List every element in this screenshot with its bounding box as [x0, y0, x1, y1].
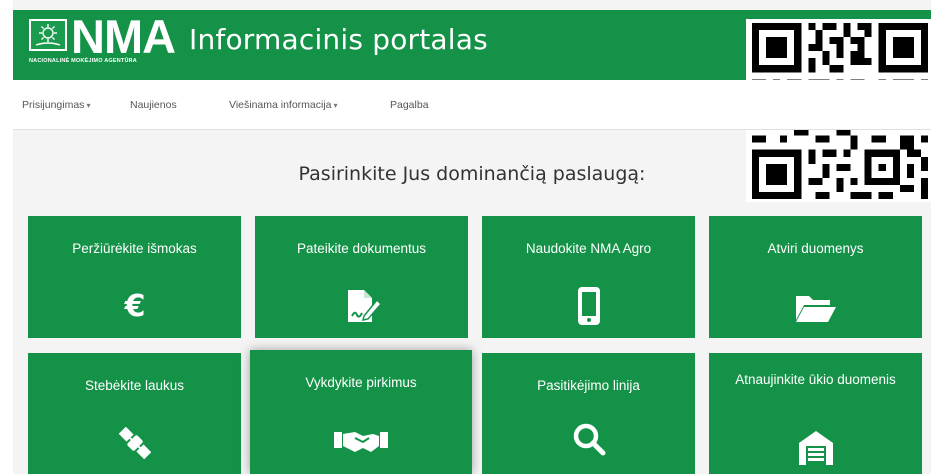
nav-item-label: Pagalba	[390, 99, 429, 111]
tile-label: Atnaujinkite ūkio duomenis	[735, 372, 896, 387]
tile-update-farm-data[interactable]: Atnaujinkite ūkio duomenis	[709, 353, 922, 474]
nav-item-label: Prisijungimas	[22, 99, 85, 111]
services-heading: Pasirinkite Jus dominančią paslaugą:	[298, 163, 646, 185]
euro-icon: €	[28, 288, 241, 322]
caret-down-icon: ▾	[333, 101, 338, 110]
main-nav: Prisijungimas ▾ Naujienos Viešinama infor…	[13, 80, 931, 130]
folder-open-icon	[709, 292, 922, 324]
logo-subtitle: NACIONALINĖ MOKĖJIMO AGENTŪRA	[29, 58, 137, 64]
tile-label: Pateikite dokumentus	[296, 241, 427, 256]
logo-text: NMA	[71, 10, 176, 63]
nma-logo[interactable]: NMA NACIONALINĖ MOKĖJIMO AGENTŪRA	[29, 13, 179, 68]
nav-item-label: Naujienos	[130, 99, 177, 111]
tile-view-payments[interactable]: Peržiūrėkite išmokas €	[28, 216, 241, 338]
tile-label: Vykdykite pirkimus	[305, 375, 417, 390]
warehouse-icon	[709, 429, 922, 465]
tile-trust-line[interactable]: Pasitikėjimo linija	[482, 353, 695, 474]
tile-label: Stebėkite laukus	[84, 378, 185, 393]
nav-item-news[interactable]: Naujienos	[130, 99, 177, 111]
document-edit-icon	[255, 288, 468, 326]
portal-title: Informacinis portalas	[189, 23, 488, 56]
handshake-icon	[250, 428, 472, 454]
logo-emblem-icon	[29, 19, 67, 51]
tile-label: Pasitikėjimo linija	[537, 378, 640, 393]
tile-nma-agro[interactable]: Naudokite NMA Agro	[482, 216, 695, 338]
caret-down-icon: ▾	[86, 101, 91, 110]
search-icon	[482, 419, 695, 459]
tile-label: Peržiūrėkite išmokas	[72, 241, 197, 256]
tile-submit-documents[interactable]: Pateikite dokumentus	[255, 216, 468, 338]
nav-item-public-info[interactable]: Viešinama informacija ▾	[229, 99, 338, 111]
tile-open-data[interactable]: Atviri duomenys	[709, 216, 922, 338]
nav-item-help[interactable]: Pagalba	[390, 99, 429, 111]
page: NMA NACIONALINĖ MOKĖJIMO AGENTŪRA Inform…	[13, 0, 931, 474]
svg-text:€: €	[123, 289, 145, 322]
nav-item-login[interactable]: Prisijungimas ▾	[22, 99, 90, 111]
tile-label: Atviri duomenys	[767, 241, 864, 256]
mobile-phone-icon	[482, 286, 695, 326]
tile-monitor-fields[interactable]: Stebėkite laukus	[28, 353, 241, 474]
tile-label: Naudokite NMA Agro	[525, 241, 652, 256]
satellite-icon	[28, 423, 241, 463]
tile-procurement[interactable]: Vykdykite pirkimus	[250, 350, 472, 474]
nav-item-label: Viešinama informacija	[229, 99, 332, 111]
